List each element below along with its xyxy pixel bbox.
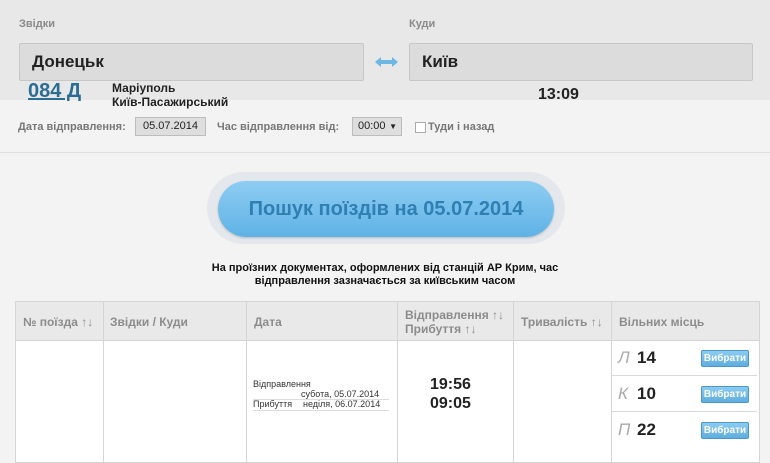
time-select[interactable]: 00:00 ▼ <box>352 117 402 136</box>
seat-type-p: П <box>618 420 631 439</box>
from-field[interactable]: Донецьк <box>19 43 364 81</box>
date-divider <box>253 410 389 411</box>
roundtrip-label[interactable]: Туди і назад <box>428 121 494 133</box>
col-divider <box>397 302 398 462</box>
header-date: Дата <box>254 315 282 329</box>
col-divider <box>611 302 612 462</box>
to-label: Куди <box>409 18 436 30</box>
col-divider <box>246 302 247 462</box>
time-label: Час відправлення від: <box>217 121 340 133</box>
date-label: Дата відправлення: <box>18 121 126 133</box>
notice-line-1: На проїзних документах, оформлених від с… <box>211 262 559 274</box>
dropdown-arrow-icon: ▼ <box>389 122 397 131</box>
seat-divider <box>611 375 757 376</box>
train-number-link[interactable]: 084 Д <box>28 80 81 103</box>
to-field[interactable]: Київ <box>409 43 753 81</box>
departure-time: 19:56 <box>430 376 471 393</box>
departure-date-label: Відправлення <box>253 379 311 389</box>
arrival-date: неділя, 06.07.2014 <box>303 399 381 409</box>
duration: 13:09 <box>538 86 579 103</box>
header-arrival[interactable]: Прибуття ↑↓ <box>405 322 504 336</box>
departure-date: субота, 05.07.2014 <box>301 389 380 399</box>
seat-type-l: Л <box>618 348 630 367</box>
arrival-time: 09:05 <box>430 395 471 412</box>
col-divider <box>513 302 514 462</box>
arrival-date-label: Прибуття <box>253 399 293 409</box>
header-train-number[interactable]: № поїзда ↑↓ <box>23 315 93 329</box>
seat-type-k: К <box>618 384 629 403</box>
swap-arrows-icon[interactable] <box>373 53 400 71</box>
route-cell: Маріуполь Київ-Пасажирський <box>112 81 228 109</box>
select-button-p[interactable]: Вибрати <box>701 422 749 439</box>
header-route: Звідки / Куди <box>110 315 188 329</box>
from-label: Звідки <box>19 18 55 30</box>
time-select-value: 00:00 <box>358 120 386 132</box>
date-field[interactable]: 05.07.2014 <box>135 117 206 136</box>
search-button[interactable]: Пошук поїздів на 05.07.2014 <box>218 181 554 237</box>
seat-count-l: 14 <box>637 348 656 367</box>
seat-divider <box>611 411 757 412</box>
col-divider <box>103 302 104 462</box>
header-times[interactable]: Відправлення ↑↓ Прибуття ↑↓ <box>405 308 504 336</box>
select-button-l[interactable]: Вибрати <box>701 350 749 367</box>
select-button-k[interactable]: Вибрати <box>701 386 749 403</box>
notice-line-2: відправлення зазначається за київським ч… <box>254 275 516 287</box>
header-departure[interactable]: Відправлення ↑↓ <box>405 308 504 322</box>
header-duration[interactable]: Тривалість ↑↓ <box>521 315 603 329</box>
route-to: Київ-Пасажирський <box>112 95 229 109</box>
header-seats: Вільних місць <box>619 315 705 329</box>
roundtrip-checkbox[interactable] <box>415 122 426 133</box>
route-from: Маріуполь <box>112 81 176 95</box>
seat-count-k: 10 <box>637 384 656 403</box>
crimea-time-notice: На проїзних документах, оформлених від с… <box>190 262 580 288</box>
seat-count-p: 22 <box>637 420 656 439</box>
